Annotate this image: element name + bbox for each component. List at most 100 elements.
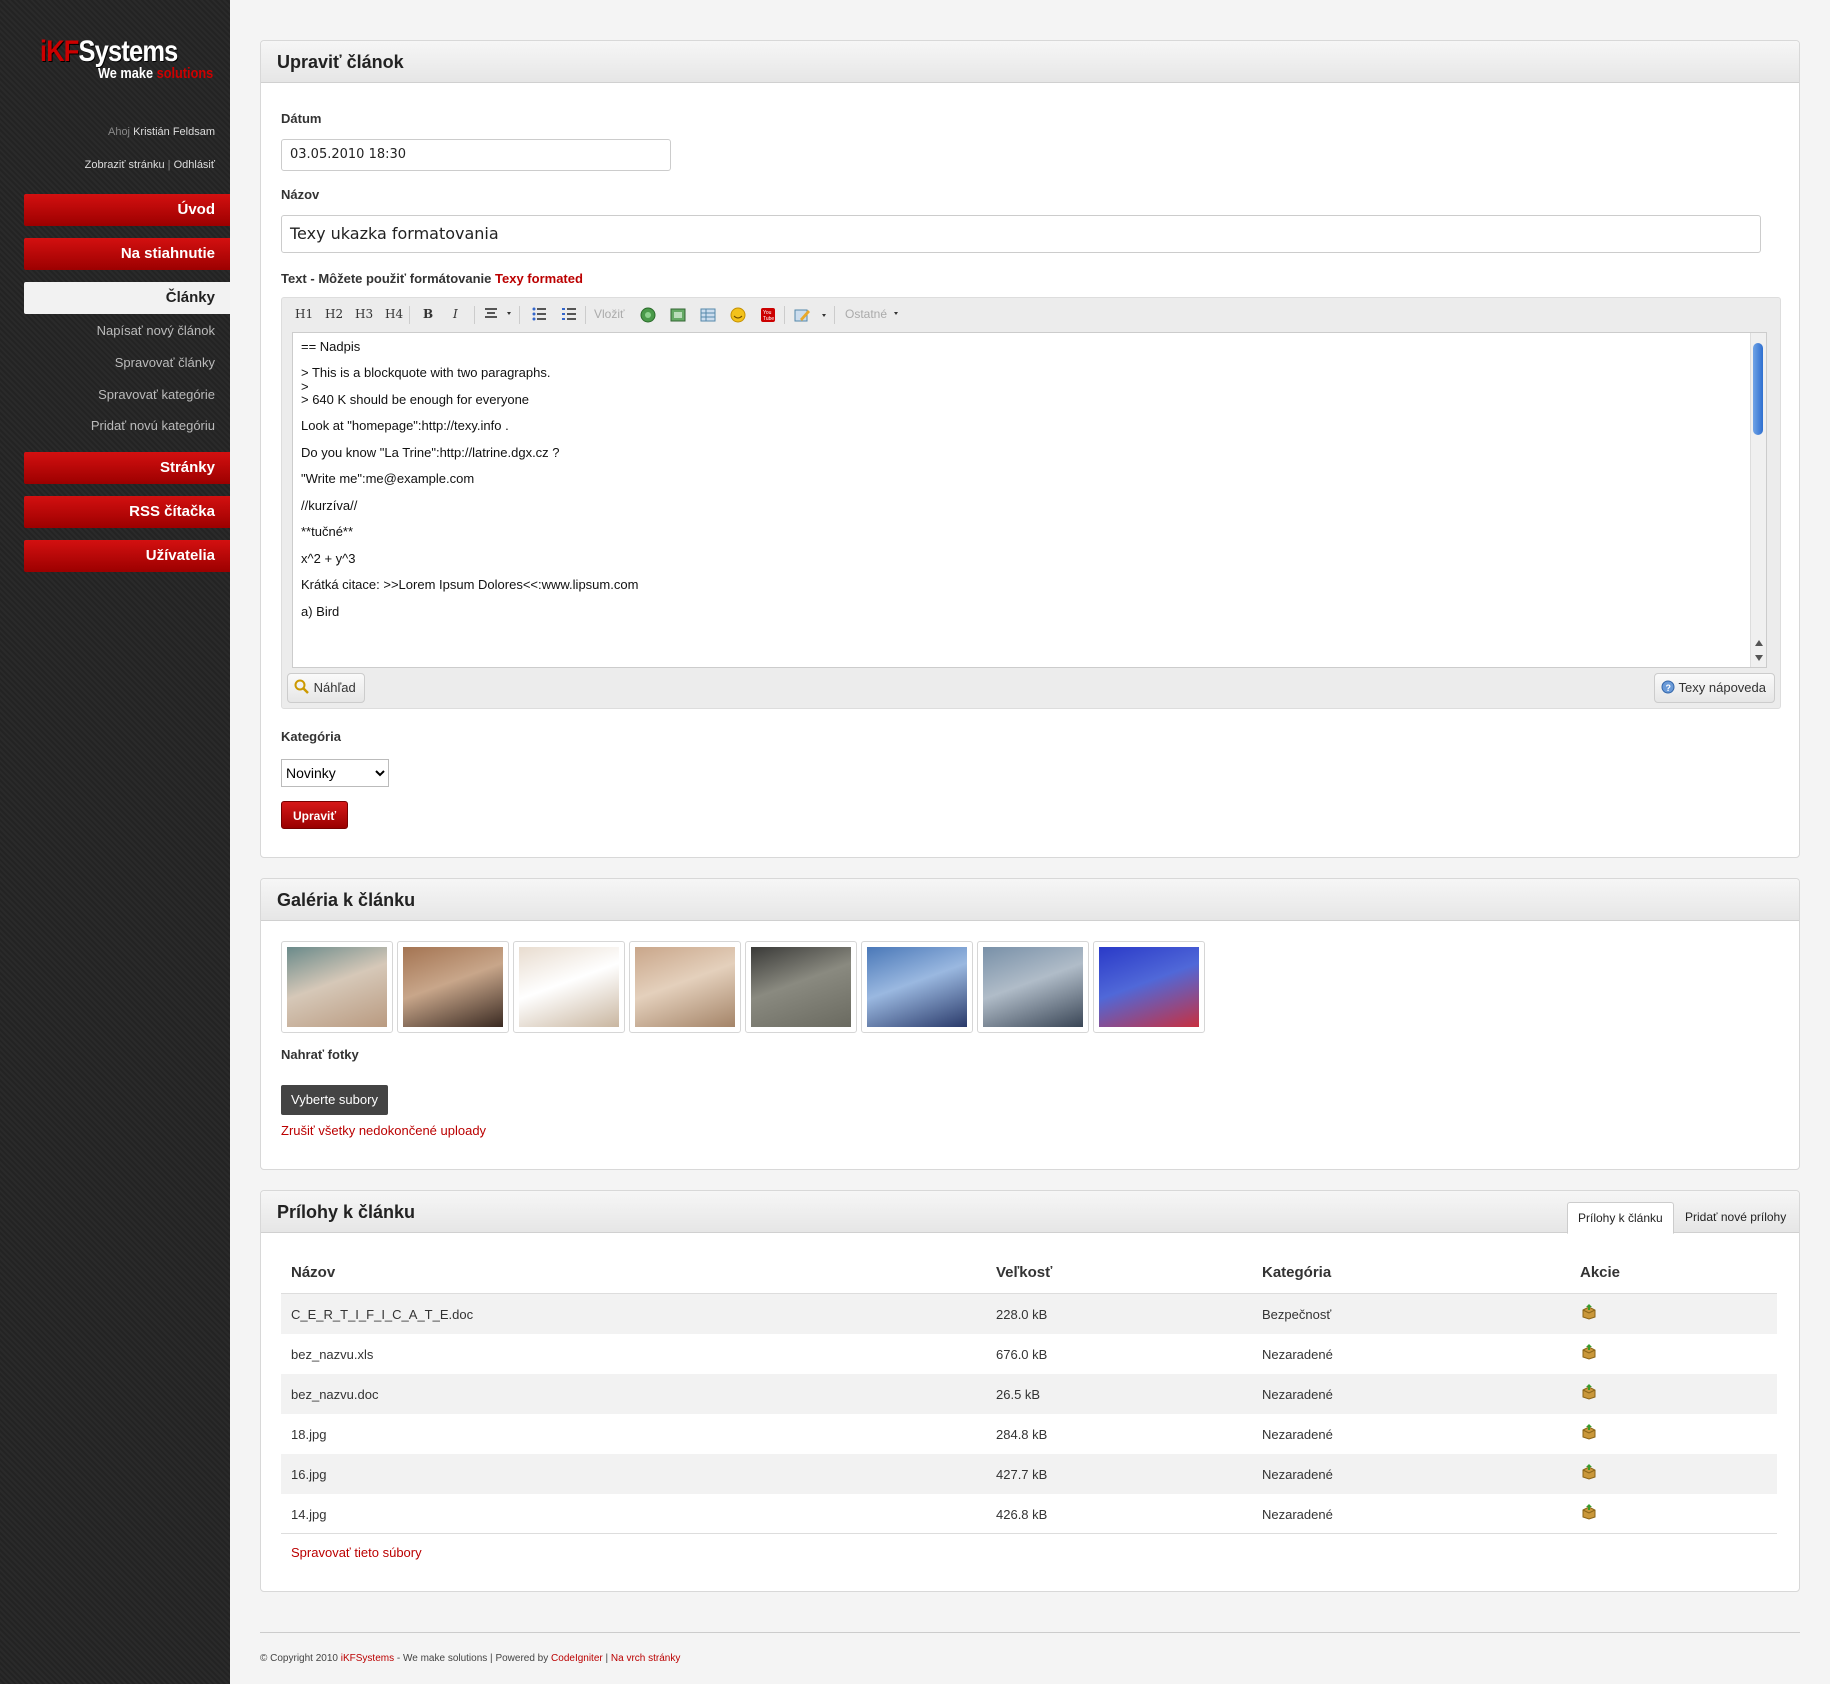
footer-copyright: © Copyright 2010 xyxy=(260,1653,338,1664)
table-footer-divider xyxy=(281,1533,1777,1534)
footer-brand-link[interactable]: iKFSystems xyxy=(341,1653,394,1664)
category-select[interactable]: Novinky xyxy=(281,759,389,787)
download-icon[interactable] xyxy=(1581,1504,1597,1523)
toolbar-separator xyxy=(519,306,520,324)
gallery-thumbnail[interactable] xyxy=(513,941,625,1033)
submit-button[interactable]: Upraviť xyxy=(281,801,349,829)
nav-item-uvod[interactable]: Úvod xyxy=(24,194,230,226)
download-icon[interactable] xyxy=(1581,1384,1597,1403)
attachment-category: Nezaradené xyxy=(1262,1427,1333,1442)
thumbnail-image xyxy=(519,947,619,1027)
h1-button[interactable]: H1 xyxy=(295,307,313,321)
other-menu[interactable]: Ostatné xyxy=(845,307,902,321)
bold-button[interactable]: B xyxy=(423,307,433,321)
column-header-category[interactable]: Kategória xyxy=(1262,1264,1331,1281)
attachment-name: 14.jpg xyxy=(291,1507,327,1522)
gallery-thumbnail[interactable] xyxy=(397,941,509,1033)
tab-attachments[interactable]: Prílohy k článku xyxy=(1567,1202,1674,1234)
table-row: 18.jpg 284.8 kB Nezaradené xyxy=(281,1414,1777,1454)
nav-sub-manage-articles[interactable]: Spravovať články xyxy=(115,355,215,370)
italic-button[interactable]: I xyxy=(453,307,458,321)
text-line: > 640 K should be enough for everyone xyxy=(301,392,530,407)
gallery-thumbnail[interactable] xyxy=(1093,941,1205,1033)
scroll-down-icon[interactable] xyxy=(1754,654,1764,662)
nav-item-pages[interactable]: Stránky xyxy=(24,452,230,484)
toolbar-separator xyxy=(409,306,410,324)
tagline-part2: solutions xyxy=(156,65,214,82)
text-editor-area[interactable]: == Nadpis > This is a blockquote with tw… xyxy=(292,332,1767,668)
edit-icon[interactable] xyxy=(794,307,830,326)
youtube-icon[interactable]: You Tube xyxy=(760,307,776,326)
gallery-thumbnail[interactable] xyxy=(977,941,1089,1033)
back-to-top-link[interactable]: Na vrch stránky xyxy=(611,1653,680,1664)
gallery-thumbnail[interactable] xyxy=(629,941,741,1033)
download-icon[interactable] xyxy=(1581,1304,1597,1323)
download-icon[interactable] xyxy=(1581,1424,1597,1443)
column-header-actions: Akcie xyxy=(1580,1264,1621,1281)
gallery-thumbnail[interactable] xyxy=(745,941,857,1033)
logout-link[interactable]: Odhlásiť xyxy=(174,159,215,171)
preview-button[interactable]: Náhľad xyxy=(287,673,365,703)
gallery-panel: Galéria k článku Nahrať fotky Vyberte su… xyxy=(260,878,1800,1170)
text-line: x^2 + y^3 xyxy=(301,551,356,566)
name-input[interactable]: Texy ukazka formatovania xyxy=(281,215,1761,253)
numbered-list-icon[interactable] xyxy=(562,307,576,324)
table-row: bez_nazvu.xls 676.0 kB Nezaradené xyxy=(281,1334,1777,1374)
attachment-name: 18.jpg xyxy=(291,1427,327,1442)
select-files-button[interactable]: Vyberte subory xyxy=(281,1085,388,1115)
date-input[interactable]: 03.05.2010 18:30 xyxy=(281,139,671,171)
view-site-link[interactable]: Zobraziť stránku xyxy=(85,159,165,171)
toolbar-separator xyxy=(784,306,785,324)
text-label: Text - Môžete použiť formátovanie Texy f… xyxy=(281,271,583,286)
download-icon[interactable] xyxy=(1581,1464,1597,1483)
column-header-name[interactable]: Názov xyxy=(291,1264,335,1281)
scrollbar-thumb[interactable] xyxy=(1753,343,1763,435)
nav-item-rss[interactable]: RSS čítačka xyxy=(24,496,230,528)
scroll-up-icon[interactable] xyxy=(1754,639,1764,647)
table-row: 14.jpg 426.8 kB Nezaradené xyxy=(281,1494,1777,1534)
align-icon[interactable] xyxy=(485,307,513,324)
nav-sub-new-category[interactable]: Pridať novú kategóriu xyxy=(91,418,215,433)
table-row: bez_nazvu.doc 26.5 kB Nezaradené xyxy=(281,1374,1777,1414)
tab-add-attachments[interactable]: Pridať nové prílohy xyxy=(1675,1202,1796,1234)
text-line: Look at "homepage":http://texy.info . xyxy=(301,418,509,433)
text-line: > This is a blockquote with two paragrap… xyxy=(301,365,551,380)
download-icon[interactable] xyxy=(1581,1344,1597,1363)
h4-button[interactable]: H4 xyxy=(385,307,403,321)
table-row: 16.jpg 427.7 kB Nezaradené xyxy=(281,1454,1777,1494)
texy-editor: H1 H2 H3 H4 B I Vložiť You Tube Ostatné … xyxy=(281,297,1781,709)
text-line: == Nadpis xyxy=(301,339,361,354)
text-label-text: Text - Môžete použiť formátovanie xyxy=(281,271,492,286)
attachments-title: Prílohy k článku xyxy=(277,1202,416,1222)
h2-button[interactable]: H2 xyxy=(325,307,343,321)
emoticon-icon[interactable] xyxy=(730,307,746,326)
h3-button[interactable]: H3 xyxy=(355,307,373,321)
nav-item-articles[interactable]: Články xyxy=(24,282,230,314)
nav-item-users[interactable]: Užívatelia xyxy=(24,540,230,572)
link-icon[interactable] xyxy=(640,307,656,326)
gallery-thumbnail[interactable] xyxy=(281,941,393,1033)
logo[interactable]: iKFSystems We make solutions xyxy=(40,35,213,85)
attachment-category: Nezaradené xyxy=(1262,1507,1333,1522)
edit-article-title: Upraviť článok xyxy=(277,52,404,72)
nav-sub-new-article[interactable]: Napísať nový článok xyxy=(97,323,215,338)
image-icon[interactable] xyxy=(670,307,686,326)
bullet-list-icon[interactable] xyxy=(532,307,546,324)
cancel-uploads-link[interactable]: Zrušiť všetky nedokončené uploady xyxy=(281,1123,486,1138)
editor-scrollbar[interactable] xyxy=(1750,333,1766,667)
gallery-thumbnail[interactable] xyxy=(861,941,973,1033)
table-icon[interactable] xyxy=(700,307,716,326)
texy-help-button[interactable]: ? Texy nápoveda xyxy=(1654,673,1775,703)
attachment-category: Bezpečnosť xyxy=(1262,1307,1332,1322)
column-header-size[interactable]: Veľkosť xyxy=(996,1264,1052,1281)
texy-formatted-link[interactable]: Texy formated xyxy=(495,271,583,286)
footer-tagline: - We make solutions | xyxy=(396,1653,493,1664)
nav-item-downloads[interactable]: Na stiahnutie xyxy=(24,238,230,270)
logo-part2: Systems xyxy=(78,35,179,68)
manage-files-link[interactable]: Spravovať tieto súbory xyxy=(291,1545,422,1560)
toolbar-separator xyxy=(585,306,586,324)
nav-sub-manage-categories[interactable]: Spravovať kategórie xyxy=(98,387,215,402)
editor-toolbar: H1 H2 H3 H4 B I Vložiť You Tube Ostatné xyxy=(282,298,1780,332)
codeigniter-link[interactable]: CodeIgniter xyxy=(551,1653,603,1664)
date-label: Dátum xyxy=(281,111,322,126)
